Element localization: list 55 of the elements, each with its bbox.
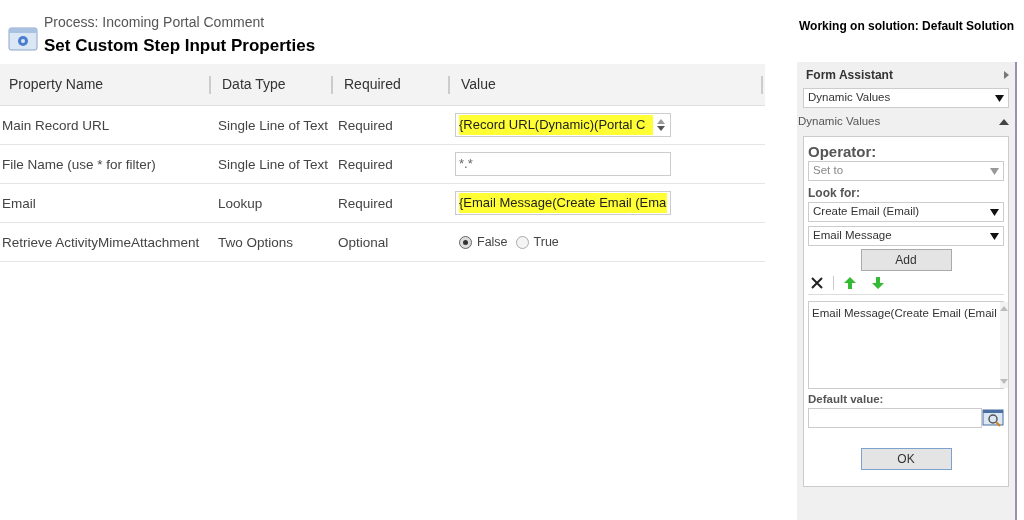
table-cell: Email (2, 196, 36, 211)
scroll-up-arrow-icon[interactable] (999, 306, 1008, 311)
default-value-label: Default value: (808, 392, 885, 407)
table-cell: Optional (338, 235, 389, 250)
table-cell: Single Line of Text (218, 118, 329, 133)
solution-label: Working on solution: Default Solution (799, 19, 1015, 33)
list-item[interactable]: Email Message(Create Email (Email (812, 305, 997, 323)
column-header: Data Type (221, 75, 287, 94)
column-header: Required (343, 75, 402, 94)
expand-arrow-icon[interactable] (1004, 71, 1009, 79)
dropdown[interactable]: Email Message (808, 226, 1004, 246)
dropdown[interactable]: Dynamic Values (803, 88, 1009, 108)
option-label: False (477, 233, 508, 251)
column-header: Value (460, 75, 497, 94)
table-cell: Single Line of Text (218, 157, 329, 172)
radio-button[interactable] (459, 235, 472, 249)
table-cell: Lookup (218, 196, 263, 211)
table-cell: Retrieve ActivityMimeAttachment (2, 235, 200, 250)
lookup-search-icon[interactable] (982, 408, 1004, 429)
scrollbar[interactable] (999, 302, 1008, 388)
scroll-down-arrow-icon[interactable] (999, 379, 1008, 384)
add-button[interactable]: Add (860, 249, 952, 271)
process-settings-icon (8, 26, 38, 52)
operator-label: Operator: (808, 143, 878, 161)
section-header: Dynamic Values (798, 114, 881, 130)
panel-title: Form Assistant (806, 67, 893, 84)
radio-button[interactable] (515, 235, 529, 249)
option-label: True (533, 233, 559, 251)
close-icon[interactable] (811, 276, 823, 289)
table-cell: Required (338, 196, 393, 211)
dropdown[interactable]: Create Email (Email) (808, 202, 1004, 222)
table-cell: Required (338, 157, 393, 172)
dropdown[interactable]: Set to (808, 161, 1004, 181)
column-header: Property Name (8, 75, 105, 94)
table-cell: Two Options (218, 235, 294, 250)
default-value-field[interactable] (808, 408, 982, 429)
dropdown-arrow-icon (990, 232, 999, 240)
dropdown-arrow-icon (990, 208, 999, 216)
dropdown-arrow-icon (995, 94, 1004, 102)
spinner-icon[interactable] (655, 117, 667, 133)
process-name: Process: Incoming Portal Comment (44, 13, 266, 32)
collapse-arrow-icon[interactable] (999, 119, 1009, 125)
look-for-label: Look for: (808, 185, 861, 202)
table-cell: Required (338, 118, 393, 133)
value-field[interactable]: *.* (455, 152, 671, 176)
table-cell: Main Record URL (2, 118, 110, 133)
dropdown-arrow-icon (990, 167, 999, 175)
value-field[interactable]: {Record URL(Dynamic)(Portal C (455, 113, 671, 137)
down-arrow-icon[interactable] (872, 276, 884, 289)
page-title: Set Custom Step Input Properties (44, 35, 316, 57)
field-value: {Record URL(Dynamic)(Portal C (459, 115, 653, 135)
table-cell: File Name (use * for filter) (2, 157, 156, 172)
field-value: *.* (459, 155, 473, 174)
ok-button[interactable]: OK (860, 448, 952, 471)
up-arrow-icon[interactable] (844, 276, 856, 289)
